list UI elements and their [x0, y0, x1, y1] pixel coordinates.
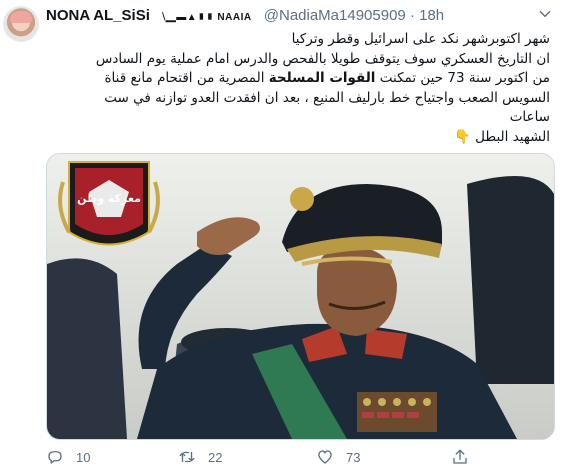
tweet-line: السويس الصعب واجتياح خط بارليف المنيع ، … — [104, 89, 550, 106]
reply-button[interactable]: 10 — [46, 445, 90, 469]
tweet-header: NONA AL_SiSi ⧵▁▬▲▮▮ NAAIA @NadiaMa149059… — [46, 7, 556, 27]
display-name[interactable]: NONA AL_SiSi — [46, 7, 150, 24]
tweet-line-part: الشهيد البطل — [475, 128, 550, 145]
tweet-text: شهر اكتوبرشهر نكد على اسرائيل وقطر وتركي… — [46, 30, 550, 147]
hashtag-bold: القوات المسلحة — [268, 70, 376, 86]
tweet-line: شهر اكتوبرشهر نكد على اسرائيل وقطر وتركي… — [291, 31, 550, 47]
salute-photo-icon: معركة وطن — [47, 154, 554, 439]
more-chevron-icon[interactable] — [538, 7, 552, 24]
retweet-count: 22 — [208, 449, 223, 465]
tweet-line-part: من اكتوبر سنة 73 حين تمكنت — [379, 70, 550, 86]
retweet-icon — [179, 451, 195, 463]
like-button[interactable]: 73 — [316, 445, 360, 469]
tweet-line-part: المصرية من اقتحام مانع قناة — [104, 70, 265, 86]
reply-count: 10 — [76, 449, 91, 465]
tweet-line: الشهيد البطل 👇 — [46, 128, 550, 148]
like-count: 73 — [346, 449, 361, 465]
avatar[interactable] — [3, 6, 39, 42]
share-button[interactable] — [451, 445, 469, 469]
tweet-line: ان التاريخ العسكري سوف يتوقف طويلا بالفح… — [95, 50, 550, 67]
retweet-button[interactable]: 22 — [178, 445, 222, 469]
pointing-down-emoji: 👇 — [454, 128, 471, 145]
badge-logo: معركة وطن — [58, 161, 160, 246]
share-icon — [453, 449, 467, 464]
badge-text: معركة وطن — [77, 192, 141, 205]
tweet-line: من اكتوبر سنة 73 حين تمكنت القوات المسلح… — [46, 69, 550, 89]
heart-icon — [318, 450, 332, 464]
action-bar: 10 22 73 — [46, 445, 553, 469]
reply-icon — [48, 451, 62, 464]
separator: · — [409, 7, 415, 24]
display-name-decoration: ⧵▁▬▲▮▮ NAAIA — [162, 12, 252, 23]
handle[interactable]: @NadiaMa14905909 — [264, 7, 406, 24]
timestamp[interactable]: 18h — [419, 7, 444, 24]
tweet[interactable]: NONA AL_SiSi ⧵▁▬▲▮▮ NAAIA @NadiaMa149059… — [0, 0, 566, 476]
tweet-line: ساعات — [509, 109, 550, 125]
tweet-photo[interactable]: معركة وطن — [46, 153, 555, 440]
